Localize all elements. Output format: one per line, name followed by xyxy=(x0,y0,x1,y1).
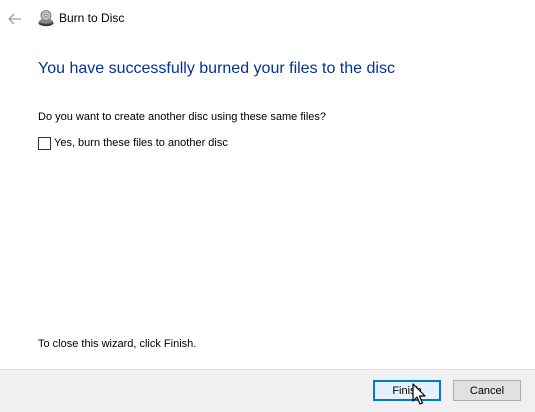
window-title: Burn to Disc xyxy=(59,11,125,25)
another-disc-question: Do you want to create another disc using… xyxy=(38,111,326,123)
disc-burn-icon xyxy=(38,10,54,27)
wizard-footer: Finish Cancel xyxy=(0,369,535,412)
cancel-button[interactable]: Cancel xyxy=(453,380,521,401)
arrow-left-icon xyxy=(8,13,21,25)
back-button[interactable] xyxy=(4,8,26,30)
close-wizard-hint: To close this wizard, click Finish. xyxy=(38,338,197,350)
burn-another-disc-option[interactable]: Yes, burn these files to another disc xyxy=(38,136,228,150)
wizard-title-bar: Burn to Disc xyxy=(0,0,535,38)
burn-to-disc-wizard: Burn to Disc You have successfully burne… xyxy=(0,0,535,412)
burn-another-disc-label[interactable]: Yes, burn these files to another disc xyxy=(54,137,228,149)
page-heading: You have successfully burned your files … xyxy=(38,60,395,77)
burn-another-disc-checkbox[interactable] xyxy=(38,136,51,150)
finish-button[interactable]: Finish xyxy=(373,380,441,401)
